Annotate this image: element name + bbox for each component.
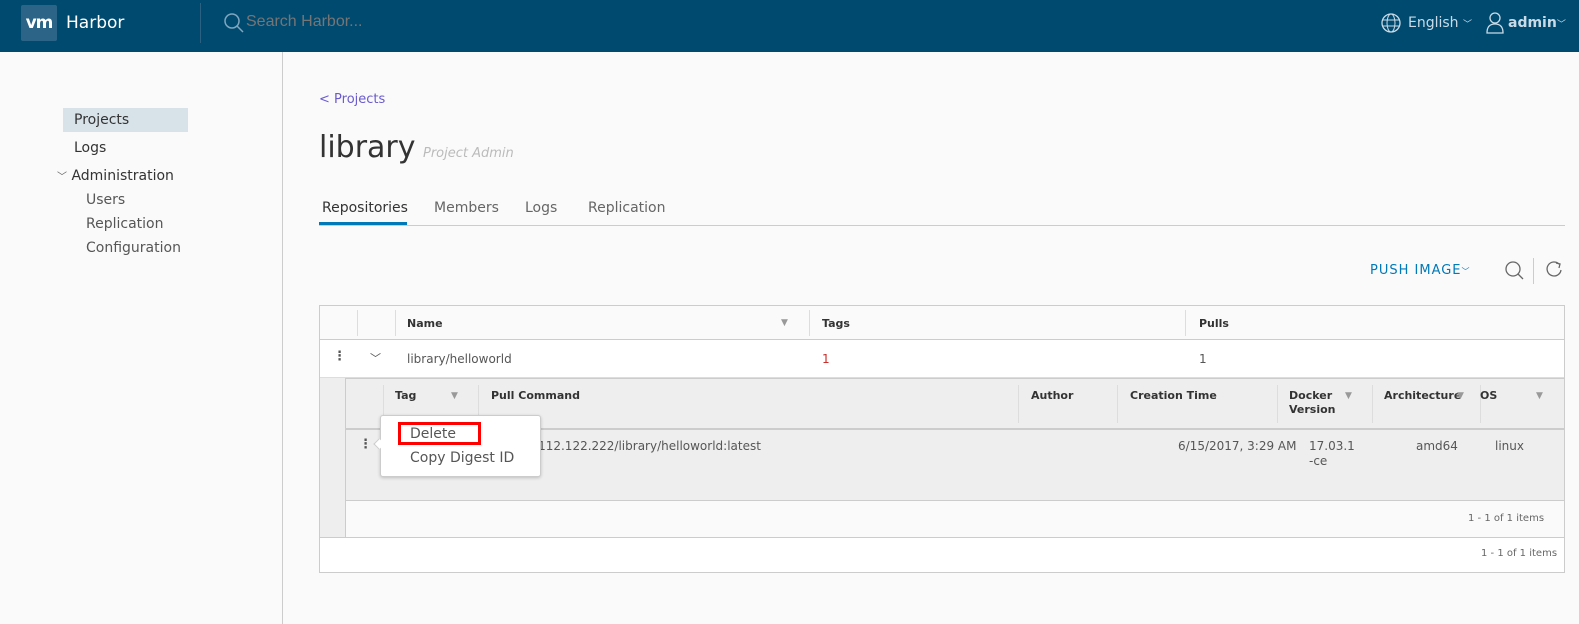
tab-replication[interactable]: Replication — [588, 200, 665, 216]
column-pull-command[interactable]: Pull Command — [491, 389, 580, 402]
creation-time: 6/15/2017, 3:29 AM — [1178, 439, 1297, 453]
chevron-down-icon: ﹀ — [1556, 20, 1566, 30]
language-label: English — [1408, 15, 1459, 31]
push-image-button[interactable]: PUSH IMAGE﹀ — [1370, 263, 1471, 278]
chevron-down-icon: ﹀ — [1463, 20, 1473, 30]
tags-pagination: 1 - 1 of 1 items — [1468, 513, 1545, 524]
column-tag[interactable]: Tag — [395, 389, 416, 402]
filter-icon[interactable]: ▼ — [1457, 391, 1464, 401]
filter-icon[interactable]: ▼ — [451, 391, 458, 401]
column-author[interactable]: Author — [1031, 389, 1073, 402]
top-header: vm Harbor English ﹀ admin﹀ — [0, 0, 1579, 52]
repo-tags: 1 — [822, 352, 830, 366]
search-input[interactable] — [246, 13, 546, 31]
column-tags[interactable]: Tags — [822, 317, 850, 330]
table-header — [320, 306, 1564, 340]
app-title[interactable]: Harbor — [66, 13, 124, 33]
tabs-underline — [319, 225, 1565, 226]
row-actions-icon[interactable]: ⋮ — [333, 349, 346, 364]
chevron-down-icon[interactable]: ﹀ — [370, 350, 381, 366]
column-os[interactable]: OS — [1480, 389, 1497, 402]
role-label: Project Admin — [423, 146, 514, 161]
sidebar-item-replication[interactable]: Replication — [86, 216, 163, 232]
divider — [1533, 258, 1534, 284]
refresh-icon[interactable] — [1544, 260, 1564, 280]
os: linux — [1495, 439, 1524, 453]
push-image-label: PUSH IMAGE — [1370, 263, 1462, 278]
sidebar — [0, 52, 283, 624]
sidebar-item-label: Administration — [71, 168, 174, 184]
column-creation-time[interactable]: Creation Time — [1130, 389, 1217, 402]
filter-icon[interactable]: ▼ — [1345, 391, 1352, 401]
architecture: amd64 — [1416, 439, 1458, 453]
sidebar-item-projects[interactable]: Projects — [74, 112, 129, 128]
active-tab-indicator — [319, 222, 407, 225]
divider — [200, 3, 201, 43]
tab-repositories[interactable]: Repositories — [322, 200, 408, 216]
username: admin — [1508, 15, 1557, 31]
column-name[interactable]: Name — [407, 317, 443, 330]
column-architecture[interactable]: Architecture — [1384, 389, 1461, 402]
user-icon — [1486, 12, 1504, 34]
search-icon[interactable] — [1504, 260, 1526, 282]
docker-version: 17.03.1-ce — [1309, 439, 1355, 468]
back-link[interactable]: < Projects — [319, 92, 385, 107]
globe-icon — [1381, 13, 1401, 33]
language-dropdown[interactable]: English ﹀ — [1408, 15, 1472, 31]
menu-item-delete[interactable]: Delete — [410, 426, 456, 442]
filter-icon[interactable]: ▼ — [1536, 391, 1543, 401]
chevron-down-icon: ﹀ — [1461, 267, 1471, 276]
tab-members[interactable]: Members — [434, 200, 499, 216]
repo-name[interactable]: library/helloworld — [407, 352, 512, 366]
tag-row-actions-icon[interactable]: ⋮ — [359, 437, 372, 452]
pull-command[interactable]: 10.112.122.222/library/helloworld:latest — [519, 439, 761, 453]
sidebar-item-administration[interactable]: ﹀ Administration — [57, 168, 174, 184]
column-docker-version[interactable]: Docker Version — [1289, 389, 1339, 417]
sidebar-item-configuration[interactable]: Configuration — [86, 240, 181, 256]
vmware-logo: vm — [21, 5, 57, 41]
sidebar-item-logs[interactable]: Logs — [74, 140, 106, 156]
tab-logs[interactable]: Logs — [525, 200, 557, 216]
search-icon — [224, 13, 244, 33]
user-menu[interactable]: admin﹀ — [1508, 15, 1566, 31]
menu-item-copy-digest-id[interactable]: Copy Digest ID — [410, 450, 514, 466]
chevron-down-icon: ﹀ — [57, 172, 67, 183]
page-title: library — [319, 130, 416, 165]
filter-icon[interactable]: ▼ — [781, 318, 788, 328]
repo-pagination: 1 - 1 of 1 items — [1481, 548, 1558, 559]
column-pulls[interactable]: Pulls — [1199, 317, 1229, 330]
sidebar-item-users[interactable]: Users — [86, 192, 125, 208]
tags-table-footer — [346, 500, 1564, 537]
repo-pulls: 1 — [1199, 352, 1207, 366]
